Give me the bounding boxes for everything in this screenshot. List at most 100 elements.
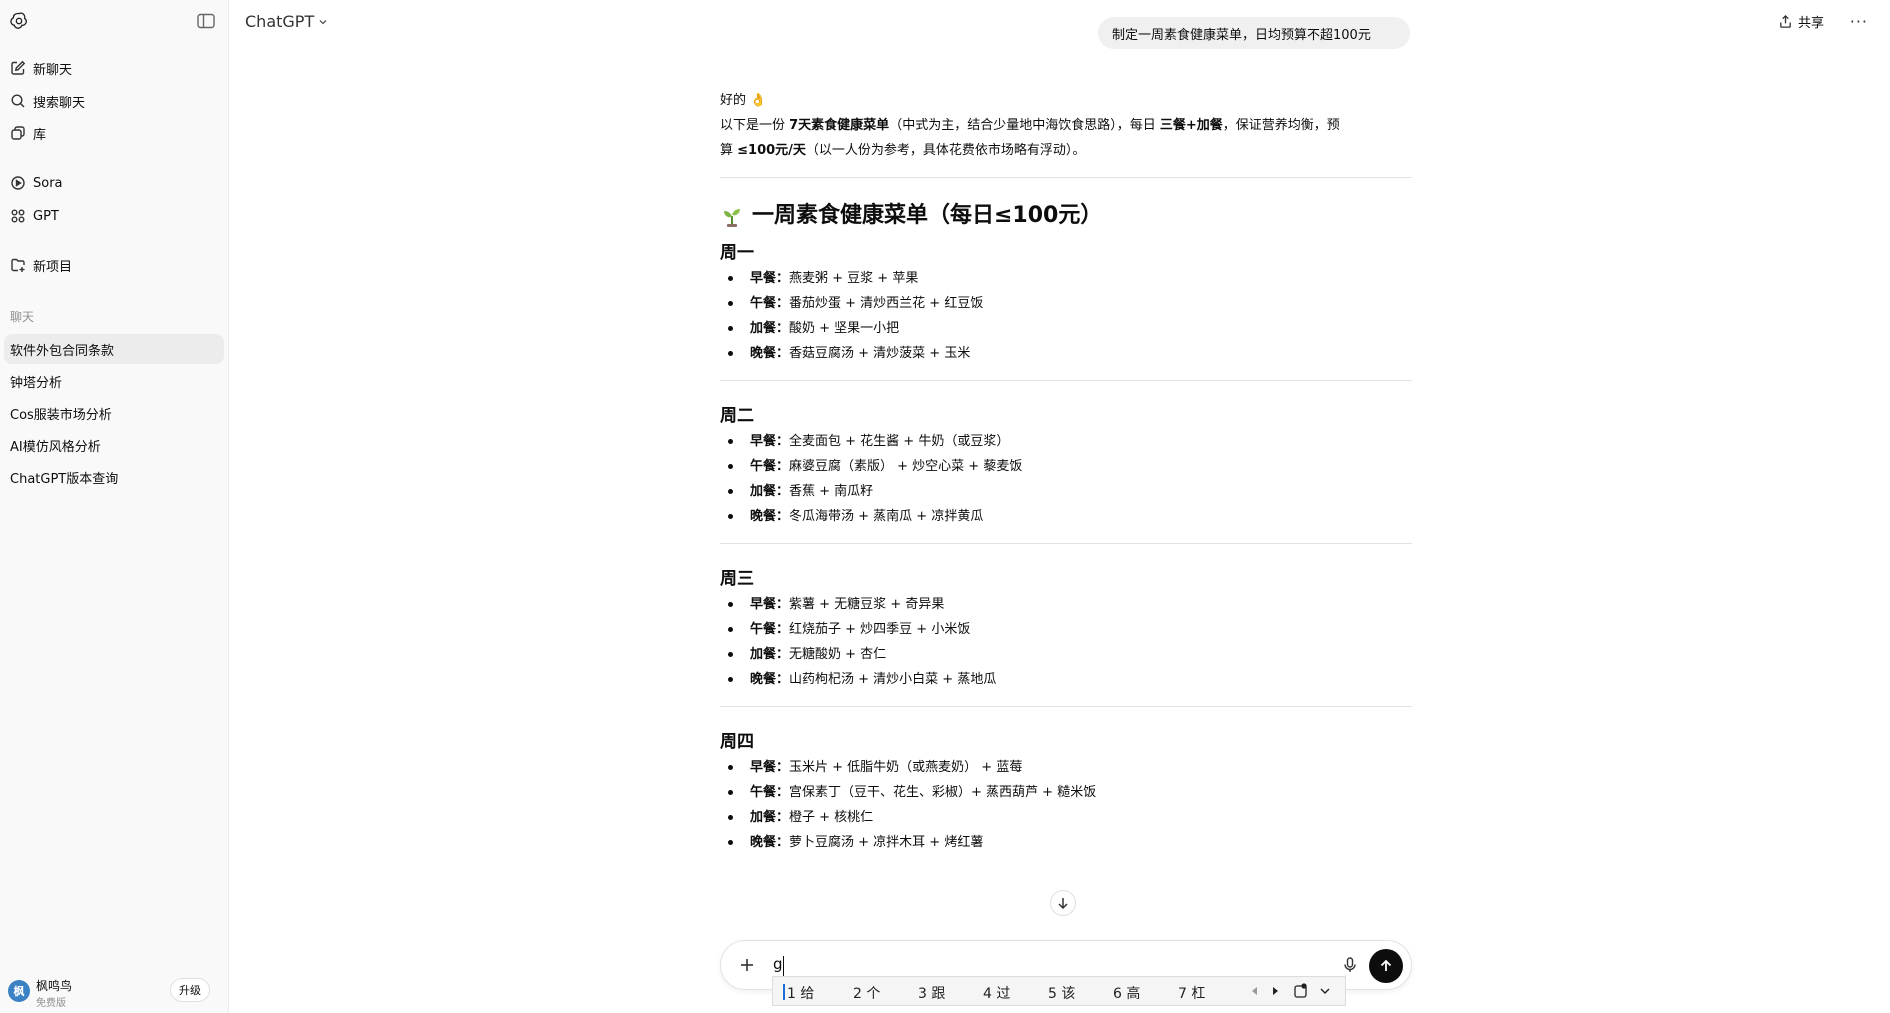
sidebar-item-new-project[interactable]: 新项目 [4,251,224,279]
meal-label: 早餐： [750,760,790,775]
meal-item: 早餐：玉米片 + 低脂牛奶（或燕麦奶） + 蓝莓 [720,755,1412,780]
sidebar-item-label: 搜索聊天 [33,95,86,111]
meal-item: 午餐：番茄炒蛋 + 清炒西兰花 + 红豆饭 [720,291,1412,316]
assistant-message: 好的 👌 以下是一份 7天素食健康菜单（中式为主，结合少量地中海饮食思路），每日… [720,88,1412,855]
meal-items: 酸奶 + 坚果一小把 [789,321,900,336]
meal-items: 燕麦粥 + 豆浆 + 苹果 [789,271,919,286]
folder-plus-icon [10,257,26,273]
meal-label: 早餐： [750,597,790,612]
meal-label: 加餐： [750,810,790,825]
chat-item-chatgpt-version[interactable]: ChatGPT版本查询 [4,462,224,492]
ime-candidate[interactable]: 6 高 [1113,983,1140,1003]
ime-candidate[interactable]: 1 给 [782,983,814,1003]
sidebar-item-label: GPT [33,208,59,224]
menu-title: 一周素食健康菜单（每日≤100元） [752,203,1103,228]
ime-candidate[interactable]: 3 跟 [918,983,945,1003]
meal-label: 晚餐： [750,346,790,361]
meal-item: 晚餐：山药枸杞汤 + 清炒小白菜 + 蒸地瓜 [720,667,1412,692]
ime-candidate[interactable]: 7 杠 [1178,983,1205,1003]
meal-items: 山药枸杞汤 + 清炒小白菜 + 蒸地瓜 [789,672,997,687]
sidebar-top [0,0,229,44]
meal-items: 无糖酸奶 + 杏仁 [789,647,887,662]
meal-label: 晚餐： [750,835,790,850]
sidebar-item-new-chat[interactable]: 新聊天 [4,54,224,82]
meal-label: 晚餐： [750,672,790,687]
intro-paragraph: 以下是一份 7天素食健康菜单（中式为主，结合少量地中海饮食思路），每日 三餐+加… [720,113,1412,163]
more-options-button[interactable]: ··· [1850,12,1868,31]
ime-emoji-icon[interactable] [1293,983,1309,999]
day-heading: 周四 [720,732,754,752]
meal-items: 全麦面包 + 花生酱 + 牛奶（或豆浆） [789,434,1010,449]
ime-prev-page-icon[interactable] [1249,985,1261,997]
intro-text: ，保证营养均衡，预 [1222,118,1340,133]
meal-items: 橙子 + 核桃仁 [789,810,874,825]
meal-item: 加餐：香蕉 + 南瓜籽 [720,479,1412,504]
sidebar-item-gpt[interactable]: GPT [4,202,224,230]
ime-expand-icon[interactable] [1319,985,1331,997]
menu-title-heading: 一周素食健康菜单（每日≤100元） [720,200,1412,232]
scroll-to-bottom-button[interactable] [1050,890,1076,916]
header: ChatGPT 共享 ··· [229,0,1890,44]
intro-text: 算 [720,143,738,158]
sidebar-item-label: 新项目 [33,259,73,275]
share-button[interactable]: 共享 [1778,12,1824,31]
intro-bold: ≤100元/天 [737,143,806,158]
meal-item: 早餐：紫薯 + 无糖豆浆 + 奇异果 [720,592,1412,617]
microphone-icon[interactable] [1341,956,1359,974]
ime-next-page-icon[interactable] [1269,985,1281,997]
ime-candidate[interactable]: 5 该 [1048,983,1075,1003]
plus-icon[interactable] [737,955,757,975]
meal-item: 早餐：燕麦粥 + 豆浆 + 苹果 [720,266,1412,291]
meal-list: 早餐：玉米片 + 低脂牛奶（或燕麦奶） + 蓝莓 午餐：宫保素丁（豆干、花生、彩… [720,755,1412,855]
arrow-up-icon [1380,959,1392,971]
sidebar-item-sora[interactable]: Sora [4,169,224,197]
meal-item: 午餐：红烧茄子 + 炒四季豆 + 小米饭 [720,617,1412,642]
day-section: 周二 早餐：全麦面包 + 花生酱 + 牛奶（或豆浆） 午餐：麻婆豆腐（素版） +… [720,403,1412,529]
sidebar-section-chats-title: 聊天 [10,310,35,324]
sidebar-item-library[interactable]: 库 [4,119,224,147]
seedling-icon [724,209,740,227]
openai-logo-icon[interactable] [9,11,29,31]
day-heading: 周三 [720,569,754,589]
meal-item: 晚餐：香菇豆腐汤 + 清炒菠菜 + 玉米 [720,341,1412,366]
chat-item-software-contract[interactable]: 软件外包合同条款 [4,334,224,364]
user-name: 枫鸣鸟 [36,979,73,993]
sidebar-toggle-icon[interactable] [197,13,215,29]
meal-label: 加餐： [750,484,790,499]
day-heading: 周二 [720,406,754,426]
user-profile[interactable]: 枫 枫鸣鸟 免费版 升级 [0,970,229,1013]
meal-label: 晚餐： [750,509,790,524]
meal-list: 早餐：燕麦粥 + 豆浆 + 苹果 午餐：番茄炒蛋 + 清炒西兰花 + 红豆饭 加… [720,266,1412,366]
chevron-down-icon [319,19,327,24]
send-button[interactable] [1369,949,1403,983]
divider [720,177,1412,178]
ime-candidate[interactable]: 2 个 [853,983,880,1003]
chat-item-clock-tower[interactable]: 钟塔分析 [4,366,224,396]
day-heading: 周一 [720,243,754,263]
model-selector[interactable]: ChatGPT [245,12,328,31]
meal-items: 香蕉 + 南瓜籽 [789,484,874,499]
meal-item: 晚餐：萝卜豆腐汤 + 凉拌木耳 + 烤红薯 [720,830,1412,855]
upgrade-button[interactable]: 升级 [170,978,210,1002]
meal-items: 萝卜豆腐汤 + 凉拌木耳 + 烤红薯 [789,835,984,850]
meal-items: 冬瓜海带汤 + 蒸南瓜 + 凉拌黄瓜 [789,509,984,524]
day-section: 周三 早餐：紫薯 + 无糖豆浆 + 奇异果 午餐：红烧茄子 + 炒四季豆 + 小… [720,566,1412,692]
meal-item: 加餐：无糖酸奶 + 杏仁 [720,642,1412,667]
share-icon [1780,14,1791,28]
meal-item: 加餐：酸奶 + 坚果一小把 [720,316,1412,341]
intro-text: 以下是一份 [720,118,790,133]
meal-items: 宫保素丁（豆干、花生、彩椒）+ 蒸西葫芦 + 糙米饭 [789,785,1097,800]
meal-items: 番茄炒蛋 + 清炒西兰花 + 红豆饭 [789,296,984,311]
chat-item-ai-style[interactable]: AI模仿风格分析 [4,430,224,460]
sidebar-item-label: 库 [33,127,47,143]
intro-bold: 7天素食健康菜单 [789,118,890,133]
chat-item-cos-market[interactable]: Cos服装市场分析 [4,398,224,428]
day-section: 周四 早餐：玉米片 + 低脂牛奶（或燕麦奶） + 蓝莓 午餐：宫保素丁（豆干、花… [720,729,1412,855]
day-section: 周一 早餐：燕麦粥 + 豆浆 + 苹果 午餐：番茄炒蛋 + 清炒西兰花 + 红豆… [720,240,1412,366]
sidebar-item-search-chats[interactable]: 搜索聊天 [4,87,224,115]
ime-candidate[interactable]: 4 过 [983,983,1010,1003]
composer-input-text[interactable]: g [773,955,783,973]
grid-icon [10,208,26,224]
meal-item: 午餐：宫保素丁（豆干、花生、彩椒）+ 蒸西葫芦 + 糙米饭 [720,780,1412,805]
meal-list: 早餐：全麦面包 + 花生酱 + 牛奶（或豆浆） 午餐：麻婆豆腐（素版） + 炒空… [720,429,1412,529]
